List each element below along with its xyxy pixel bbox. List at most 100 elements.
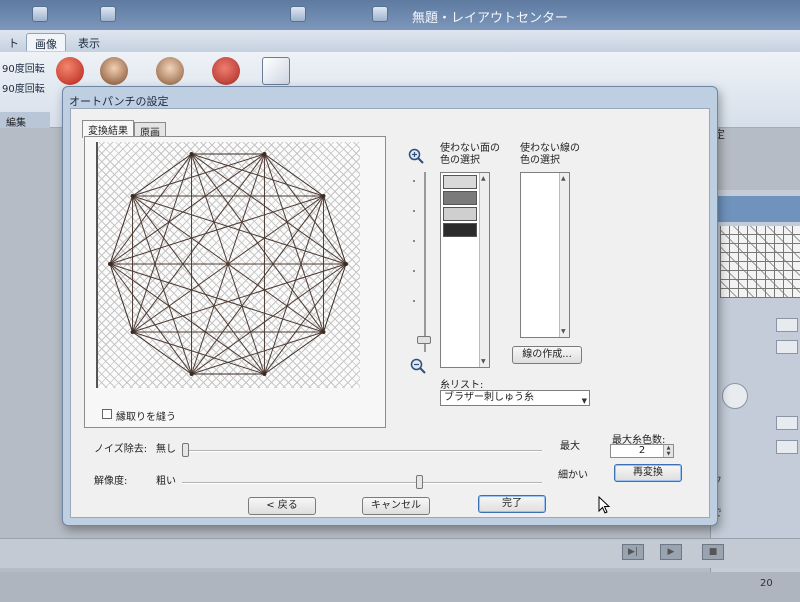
tab-partial[interactable]: ト	[0, 33, 27, 51]
apple-image-icon[interactable]	[56, 57, 84, 85]
autopunch-wizard-icon[interactable]	[262, 57, 290, 85]
apple-stitch-icon[interactable]	[212, 57, 240, 85]
zoom-tick	[413, 270, 415, 272]
skip-end-icon[interactable]: ▶|	[622, 544, 644, 560]
stitch-contour-checkbox[interactable]	[102, 409, 112, 419]
tab-image[interactable]: 画像	[26, 33, 66, 51]
tab-view[interactable]: 表示	[70, 33, 108, 51]
stitch-vertex	[321, 194, 326, 199]
stitch-line	[132, 153, 192, 197]
portrait-image-icon[interactable]	[100, 57, 128, 85]
color-swatch[interactable]	[443, 223, 477, 237]
back-button[interactable]: < 戻る	[248, 497, 316, 515]
stitch-vertex	[189, 371, 194, 376]
quick-access-icon[interactable]	[372, 6, 388, 22]
resolution-max-label: 細かい	[558, 470, 588, 481]
property-field[interactable]	[776, 416, 798, 430]
resolution-label: 解像度:	[94, 476, 128, 487]
zoom-tick	[413, 300, 415, 302]
zoom-tick	[413, 210, 415, 212]
stitch-vertex	[344, 262, 348, 266]
create-line-button[interactable]: 線の作成...	[512, 346, 582, 364]
quick-access-icon[interactable]	[290, 6, 306, 22]
status-text: 20	[760, 578, 773, 589]
unused-face-color-label: 色の選択	[440, 155, 480, 166]
zoom-in-icon[interactable]	[408, 148, 424, 164]
stitch-line	[263, 153, 324, 333]
list-scrollbar[interactable]: ▲ ▼	[479, 173, 489, 367]
stitch-line	[132, 153, 193, 333]
stitch-line	[109, 153, 265, 265]
zoom-tick	[413, 240, 415, 242]
noise-slider-thumb[interactable]	[182, 443, 189, 457]
stitch-line	[191, 263, 347, 375]
scroll-up-icon[interactable]: ▲	[561, 175, 566, 182]
unused-face-color-list[interactable]: ▲ ▼	[440, 172, 490, 368]
resolution-min-label: 粗い	[156, 476, 176, 487]
noise-slider-track[interactable]	[182, 450, 542, 452]
portrait-image-icon[interactable]	[156, 57, 184, 85]
stitch-line	[263, 195, 324, 375]
max-colors-spinner[interactable]: 2 ▲ ▼	[610, 444, 674, 458]
stitch-vertex	[321, 329, 326, 334]
conversion-preview	[96, 142, 360, 388]
max-colors-value: 2	[638, 445, 646, 456]
noise-max-label: 最大	[560, 441, 580, 452]
stop-icon[interactable]: ■	[702, 544, 724, 560]
scroll-down-icon[interactable]: ▼	[481, 358, 486, 365]
play-icon[interactable]: ▶	[660, 544, 682, 560]
color-circle-icon[interactable]	[722, 383, 748, 409]
resolution-slider-track[interactable]	[182, 482, 542, 484]
reconvert-button[interactable]: 再変換	[614, 464, 682, 482]
thread-list-select[interactable]: ブラザー刺しゅう糸 ▼	[440, 390, 590, 406]
zoom-slider-track[interactable]	[424, 172, 426, 352]
stitch-line	[264, 331, 324, 375]
right-panel-header	[710, 196, 800, 222]
stitch-preview-graphic	[108, 152, 348, 376]
stitch-line	[191, 153, 347, 265]
resolution-slider-thumb[interactable]	[416, 475, 423, 489]
stitch-line	[109, 153, 192, 265]
rotate-90-button[interactable]: 90度回転	[2, 60, 45, 75]
stitch-line	[132, 331, 265, 375]
stitch-line	[132, 195, 347, 265]
stitch-line	[191, 153, 324, 197]
color-swatch[interactable]	[443, 191, 477, 205]
cancel-button[interactable]: キャンセル	[362, 497, 430, 515]
noise-min-label: 無し	[156, 444, 176, 455]
property-field[interactable]	[776, 440, 798, 454]
stitch-line	[191, 153, 324, 333]
stitch-line	[109, 263, 324, 333]
app-title-bar: 無題・レイアウトセンター	[0, 0, 800, 30]
scroll-up-icon[interactable]: ▲	[481, 175, 486, 182]
status-bar	[0, 572, 800, 602]
rotate-90-button[interactable]: 90度回転	[2, 80, 45, 95]
ribbon-tab-bar: ト 画像 表示	[0, 30, 800, 52]
quick-access-icon[interactable]	[32, 6, 48, 22]
thread-list-label: 糸リスト:	[440, 380, 484, 391]
list-scrollbar[interactable]: ▲ ▼	[559, 173, 569, 337]
quick-access-icon[interactable]	[100, 6, 116, 22]
stitch-vertex	[262, 152, 267, 157]
property-field[interactable]	[776, 340, 798, 354]
scroll-down-icon[interactable]: ▼	[561, 328, 566, 335]
unused-line-color-list[interactable]: ▲ ▼	[520, 172, 570, 338]
stitch-line	[264, 153, 324, 197]
finish-button[interactable]: 完了	[478, 495, 546, 513]
dialog-title: オートパンチの設定	[69, 95, 169, 108]
stitch-line	[322, 263, 347, 333]
zoom-slider-thumb[interactable]	[417, 336, 431, 344]
chevron-down-icon: ▼	[581, 397, 587, 405]
stitch-contour-label: 縁取りを縫う	[116, 412, 176, 423]
zoom-out-icon[interactable]	[410, 358, 426, 374]
property-field[interactable]	[776, 318, 798, 332]
stitch-line	[109, 263, 265, 375]
stitch-line	[132, 195, 193, 375]
color-swatch[interactable]	[443, 207, 477, 221]
color-swatch[interactable]	[443, 175, 477, 189]
stitch-line	[109, 195, 134, 265]
stitch-vertex	[130, 329, 135, 334]
stitch-line	[132, 331, 192, 375]
spinner-arrows-icon[interactable]: ▲ ▼	[663, 445, 673, 457]
app-title: 無題・レイアウトセンター	[412, 11, 569, 26]
